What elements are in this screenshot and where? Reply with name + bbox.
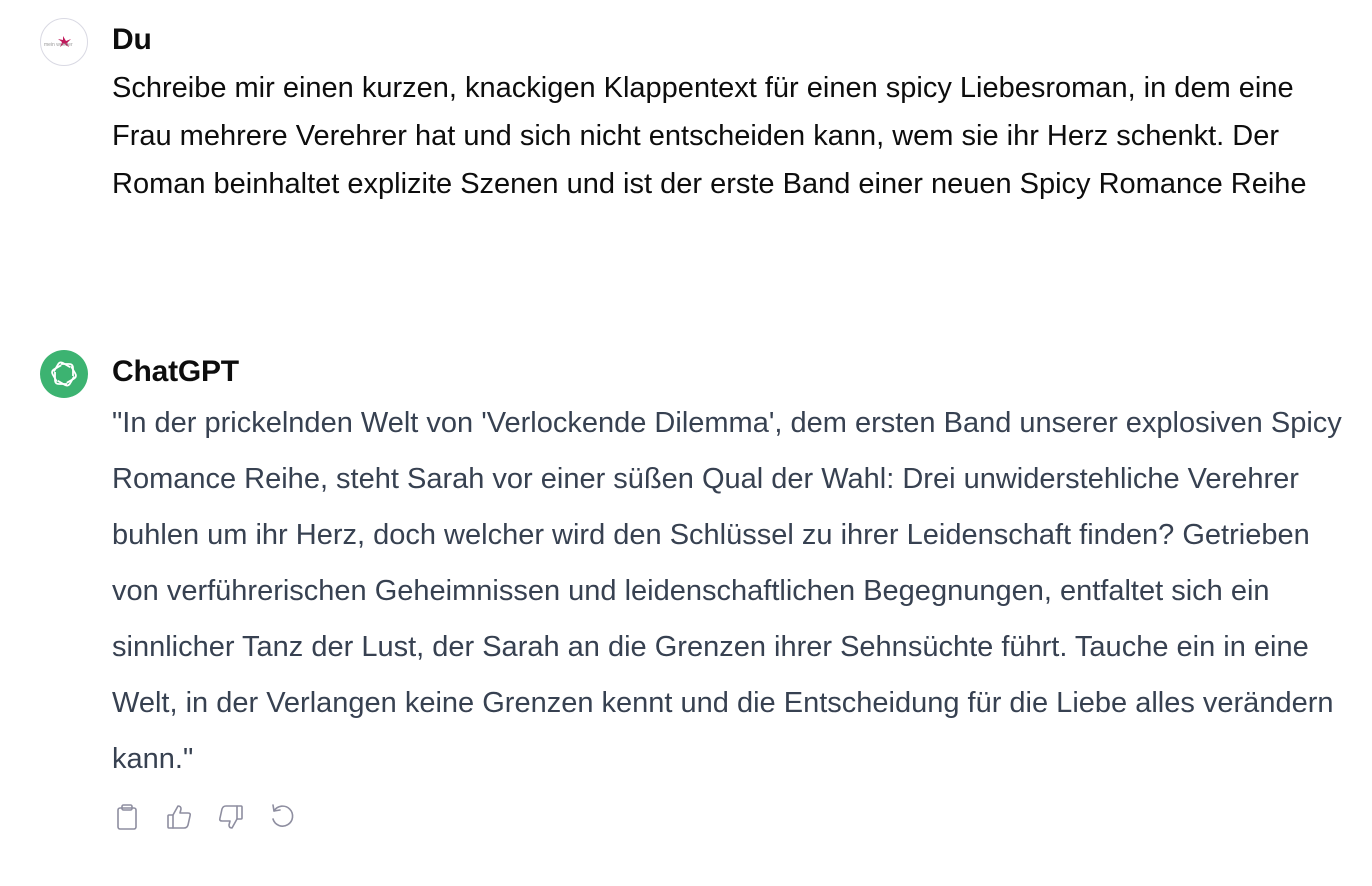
regenerate-button[interactable] — [268, 800, 298, 834]
message-actions — [112, 800, 298, 834]
openai-logo-icon — [51, 361, 77, 387]
thumbs-down-icon — [218, 805, 243, 829]
assistant-name: ChatGPT — [112, 355, 239, 388]
user-logo-icon: mein wunder — [44, 36, 73, 48]
thumbs-down-button[interactable] — [216, 800, 246, 834]
assistant-avatar — [40, 350, 88, 398]
thumbs-up-icon — [167, 805, 192, 829]
regenerate-icon — [272, 804, 294, 827]
user-message-text: Schreibe mir einen kurzen, knackigen Kla… — [112, 72, 1307, 200]
user-name: Du — [112, 23, 152, 56]
copy-button[interactable] — [112, 800, 142, 834]
assistant-message-text: "In der prickelnden Welt von 'Verlockend… — [112, 407, 1342, 775]
clipboard-icon — [117, 804, 137, 830]
user-avatar: mein wunder — [40, 18, 88, 66]
user-logo-text: mein wunder — [44, 42, 73, 48]
thumbs-up-button[interactable] — [164, 800, 194, 834]
